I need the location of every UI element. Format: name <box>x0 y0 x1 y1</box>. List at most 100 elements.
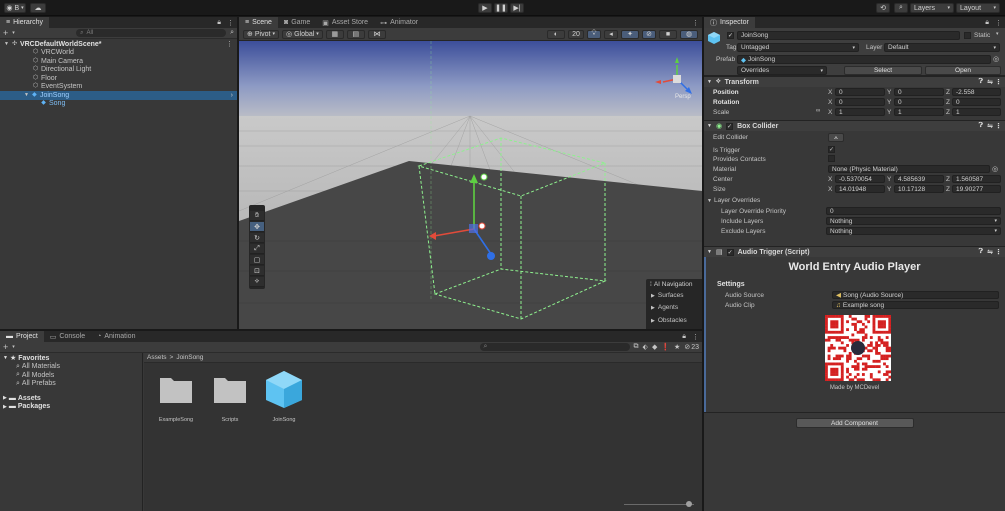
kebab-menu-icon[interactable]: ⋮ <box>995 78 1002 86</box>
scale-y-field[interactable]: 1 <box>894 108 944 116</box>
scene-viewport[interactable]: Persp ✋︎ ✥ ↻ ⤢ ▢ ⊡ ⟡ ⁞ AI Navigation ▶ Sur… <box>239 41 702 329</box>
scale-x-field[interactable]: 1 <box>835 108 885 116</box>
zoom-slider[interactable] <box>624 501 694 507</box>
asset-item-examplesong[interactable]: ExampleSong <box>156 373 196 425</box>
include-layers-dropdown[interactable]: Nothing ▾ <box>826 217 1001 225</box>
settings-sliders-icon[interactable]: ⇋ <box>987 248 993 256</box>
hidden-objects-toggle[interactable]: ⊘ <box>642 29 656 39</box>
asset-item-scripts[interactable]: Scripts <box>210 373 250 425</box>
pivot-dropdown[interactable]: ⊕ Pivot ▾ <box>243 29 279 39</box>
tab-game[interactable]: ◙ Game <box>278 17 316 28</box>
position-x-field[interactable]: 0 <box>835 88 885 96</box>
audio-trigger-header[interactable]: ▼ ▤ ✓ Audio Trigger (Script) ❓︎ ⇋ ⋮ <box>704 246 1005 257</box>
tab-project[interactable]: ▬ Project <box>0 331 44 342</box>
add-component-button[interactable]: Add Component <box>795 418 914 428</box>
asset-item-joinsong[interactable]: JoinSong <box>262 369 306 425</box>
search-button[interactable]: ⌕ <box>894 3 908 13</box>
zoom-value[interactable]: 20 <box>568 29 584 39</box>
static-checkbox[interactable] <box>964 32 971 39</box>
kebab-menu-icon[interactable]: ⋮ <box>995 248 1002 256</box>
object-picker-icon[interactable]: ◎ <box>992 165 998 173</box>
search-by-label-icon[interactable]: ⬖ <box>643 343 648 351</box>
hierarchy-item-vrcworld[interactable]: ⬡ VRCWorld <box>0 49 237 58</box>
account-dropdown[interactable]: ◉ B ▾ <box>4 3 26 13</box>
help-icon[interactable]: ❓︎ <box>979 248 983 256</box>
enabled-checkbox[interactable]: ✓ <box>726 248 734 256</box>
chevron-right-icon[interactable]: › <box>231 92 233 99</box>
tab-inspector[interactable]: ⓘ Inspector <box>704 17 755 28</box>
kebab-menu-icon[interactable]: ⋮ <box>226 40 233 48</box>
material-field[interactable]: None (Physic Material) <box>828 165 990 173</box>
custom-tool[interactable]: ⟡ <box>250 277 264 287</box>
favorite-all-prefabs[interactable]: ⌕ All Prefabs <box>0 380 142 389</box>
hierarchy-item-directional-light[interactable]: ⬡ Directional Light <box>0 66 237 75</box>
audio-source-field[interactable]: ◀ Song (Audio Source) <box>832 291 999 299</box>
rotate-tool[interactable]: ↻ <box>250 233 264 243</box>
hidden-packages-icon[interactable]: ⊘ 23 <box>684 343 699 352</box>
lock-icon[interactable]: 🔒︎ <box>982 17 992 28</box>
slider-thumb[interactable] <box>686 501 692 507</box>
tab-console[interactable]: ▭ Console <box>44 331 91 342</box>
layers-dropdown[interactable]: Layers ▾ <box>910 3 954 13</box>
select-button[interactable]: Select <box>844 66 922 75</box>
lock-icon[interactable]: 🔒︎ <box>214 17 224 28</box>
is-trigger-checkbox[interactable]: ✓ <box>828 146 835 153</box>
tag-icon[interactable]: ◆ <box>652 343 657 351</box>
help-icon[interactable]: ❓︎ <box>979 122 983 130</box>
chevron-down-icon[interactable]: ▾ <box>12 344 15 350</box>
move-tool[interactable]: ✥ <box>250 222 264 232</box>
ai-nav-item-agents[interactable]: ▶ Agents <box>646 301 702 314</box>
size-y-field[interactable]: 10.17128 <box>894 185 944 193</box>
position-z-field[interactable]: -2.558 <box>952 88 1001 96</box>
kebab-menu-icon[interactable]: ⋮ <box>995 122 1002 130</box>
center-z-field[interactable]: 1.560587 <box>952 175 1001 183</box>
search-by-type-icon[interactable]: ⧉ <box>634 343 639 351</box>
cloud-button[interactable]: ☁ <box>30 3 46 13</box>
layer-override-priority-field[interactable]: 0 <box>826 207 1001 215</box>
add-icon[interactable]: + <box>3 28 8 38</box>
scene-row[interactable]: ▼ ✣ VRCDefaultWorldScene* ⋮ <box>0 40 237 49</box>
settings-sliders-icon[interactable]: ⇋ <box>987 78 993 86</box>
open-button[interactable]: Open <box>925 66 1001 75</box>
center-y-field[interactable]: 4.585639 <box>894 175 944 183</box>
kebab-menu-icon[interactable]: ⋮ <box>689 331 702 342</box>
hierarchy-search-input[interactable]: ⌕ All <box>76 29 227 37</box>
tag-dropdown[interactable]: Untagged ▾ <box>737 43 859 52</box>
grid-snap-button[interactable]: ▦ <box>325 29 344 39</box>
snap-settings-button[interactable]: ⋈ <box>367 29 386 39</box>
chevron-down-icon[interactable]: ▾ <box>996 31 999 37</box>
play-button[interactable]: ▶ <box>478 3 492 13</box>
layer-dropdown[interactable]: Default ▾ <box>884 43 1000 52</box>
link-scale-icon[interactable]: ∞ <box>816 108 820 114</box>
step-button[interactable]: ▶| <box>510 3 524 13</box>
snap-increment-button[interactable]: ▤ <box>346 29 365 39</box>
rotation-x-field[interactable]: 0 <box>835 98 885 106</box>
draw-mode-dropdown[interactable]: ◐ <box>547 29 565 39</box>
transform-header[interactable]: ▼ ⟡ Transform ❓︎ ⇋ ⋮ <box>704 76 1005 87</box>
layout-dropdown[interactable]: Layout ▾ <box>956 3 1000 13</box>
enabled-checkbox[interactable]: ✓ <box>726 122 734 130</box>
ai-nav-item-surfaces[interactable]: ▶ Surfaces <box>646 290 702 301</box>
audio-clip-field[interactable]: ♫ Example song <box>832 301 999 309</box>
rotation-y-field[interactable]: 0 <box>894 98 944 106</box>
favorites-header[interactable]: ▼ ★ Favorites <box>0 354 142 363</box>
tree-item-assets[interactable]: ▶ ▬ Assets <box>0 394 142 403</box>
hierarchy-item-eventsystem[interactable]: ⬡ EventSystem <box>0 83 237 92</box>
tab-scene[interactable]: ≡ Scene <box>239 17 278 28</box>
settings-sliders-icon[interactable]: ⇋ <box>987 122 993 130</box>
help-icon[interactable]: ❗ <box>661 343 670 351</box>
lighting-toggle[interactable]: 💡︎ <box>587 29 601 39</box>
kebab-menu-icon[interactable]: ⋮ <box>224 17 237 28</box>
layer-overrides-foldout[interactable]: ▼ Layer Overrides <box>707 197 760 204</box>
position-y-field[interactable]: 0 <box>894 88 944 96</box>
tab-hierarchy[interactable]: ≡ Hierarchy <box>0 17 50 28</box>
active-checkbox[interactable]: ✓ <box>727 32 734 39</box>
project-search-input[interactable]: ⌕ <box>479 343 630 351</box>
hierarchy-item-joinsong[interactable]: ▼ ◆ JoinSong › <box>0 91 237 100</box>
size-x-field[interactable]: 14.01948 <box>835 185 885 193</box>
hand-tool[interactable]: ✋︎ <box>250 211 264 221</box>
tab-asset-store[interactable]: ▣ Asset Store <box>316 17 374 28</box>
kebab-menu-icon[interactable]: ⋮ <box>992 17 1005 28</box>
hierarchy-item-floor[interactable]: ⬡ Floor <box>0 74 237 83</box>
prefab-field[interactable]: ◆ JoinSong <box>737 55 991 64</box>
